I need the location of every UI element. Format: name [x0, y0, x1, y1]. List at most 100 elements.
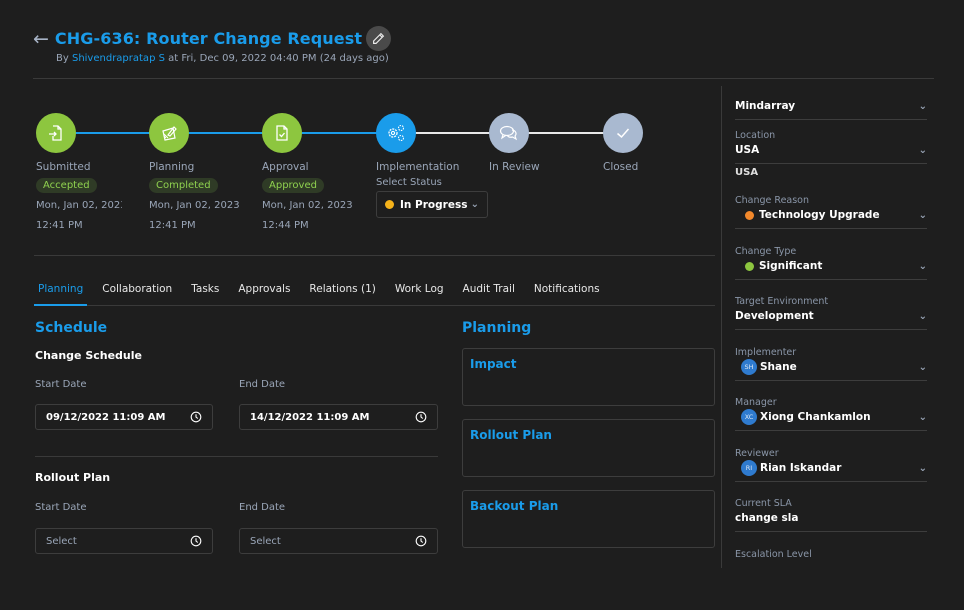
clock-icon	[415, 535, 427, 547]
end-date-value: 14/12/2022 11:09 AM	[250, 411, 370, 423]
edit-button[interactable]	[366, 26, 392, 51]
manager-label: Manager	[735, 397, 777, 408]
tab-collaboration[interactable]: Collaboration	[102, 281, 172, 305]
step-label: Closed	[603, 161, 639, 173]
step-date: Mon, Jan 02, 2023	[36, 200, 122, 211]
location-label: Location	[735, 130, 776, 141]
chevron-down-icon: ⌄	[918, 144, 927, 156]
check-icon	[603, 113, 643, 153]
impact-title: Impact	[470, 357, 517, 371]
rollout-end-date-label: End Date	[239, 502, 286, 513]
implementer-label: Implementer	[735, 347, 797, 358]
chevron-down-icon: ⌄	[918, 411, 927, 423]
backout-plan-title: Backout Plan	[470, 499, 559, 513]
rollout-start-date-label: Start Date	[35, 502, 87, 513]
escalation-level-label: Escalation Level	[735, 549, 812, 560]
back-arrow-icon[interactable]: ←	[33, 27, 49, 51]
field-underline	[735, 163, 927, 164]
current-sla-value: change sla	[735, 512, 799, 524]
step-label: Planning	[149, 161, 195, 173]
location-field[interactable]: Location USA ⌄ USA	[735, 130, 927, 178]
change-type-value: Significant	[759, 260, 823, 272]
company-value: Mindarray	[735, 100, 796, 112]
workflow-stepper: Submitted Accepted Mon, Jan 02, 2023 12:…	[36, 113, 646, 243]
reviewer-label: Reviewer	[735, 448, 779, 459]
change-type-label: Change Type	[735, 246, 797, 257]
field-underline	[735, 430, 927, 431]
rollout-plan-heading: Rollout Plan	[35, 471, 111, 484]
change-reason-dot	[745, 210, 754, 220]
location-value: USA	[735, 144, 760, 156]
pencil-icon	[373, 32, 385, 44]
manager-value: Xiong Chankamlon	[760, 411, 871, 423]
tab-bar: Planning Collaboration Tasks Approvals R…	[33, 281, 715, 306]
avatar: XC	[741, 409, 757, 425]
field-underline	[735, 279, 927, 280]
chat-bubbles-icon	[489, 113, 529, 153]
field-underline	[735, 228, 927, 229]
step-label: Submitted	[36, 161, 91, 173]
tab-approvals[interactable]: Approvals	[238, 281, 290, 305]
step-submitted: Submitted Accepted Mon, Jan 02, 2023 12:…	[36, 113, 156, 233]
step-label: Implementation	[376, 161, 460, 173]
rollout-plan-title: Rollout Plan	[470, 428, 552, 442]
field-underline	[735, 380, 927, 381]
reviewer-field[interactable]: Reviewer RI Rian Iskandar ⌄	[735, 448, 927, 482]
impact-box[interactable]: Impact	[462, 348, 715, 406]
change-type-field[interactable]: Change Type Significant ⌄	[735, 246, 927, 280]
step-implementation: Implementation Select Status In Progress…	[376, 113, 496, 218]
rollout-end-date-input[interactable]: Select	[239, 528, 438, 554]
tab-tasks[interactable]: Tasks	[191, 281, 219, 305]
implementer-field[interactable]: Implementer SH Shane ⌄	[735, 347, 927, 381]
step-date: Mon, Jan 02, 2023	[149, 200, 240, 211]
clock-icon	[415, 411, 427, 423]
field-underline	[735, 119, 927, 120]
change-start-date-input[interactable]: 09/12/2022 11:09 AM	[35, 404, 213, 430]
reviewer-value: Rian Iskandar	[760, 462, 842, 474]
current-sla-field: Current SLA change sla	[735, 498, 927, 532]
schedule-heading: Schedule	[35, 320, 108, 336]
avatar: SH	[741, 359, 757, 375]
page-title: CHG-636: Router Change Request	[54, 29, 363, 48]
step-in-review: In Review	[489, 113, 609, 173]
schedule-divider	[35, 456, 438, 457]
step-badge: Completed	[149, 178, 218, 193]
change-schedule-heading: Change Schedule	[35, 349, 142, 362]
stepper-divider	[34, 255, 715, 256]
step-time: 12:41 PM	[149, 220, 196, 231]
change-end-date-input[interactable]: 14/12/2022 11:09 AM	[239, 404, 438, 430]
chevron-down-icon: ⌄	[470, 199, 479, 210]
tab-planning[interactable]: Planning	[33, 281, 88, 306]
created-by-line: By Shivendrapratap S at Fri, Dec 09, 202…	[56, 53, 389, 64]
tab-audit-trail[interactable]: Audit Trail	[463, 281, 515, 305]
change-reason-field[interactable]: Change Reason Technology Upgrade ⌄	[735, 195, 927, 229]
company-field[interactable]: Mindarray ⌄	[735, 97, 927, 120]
step-time: 12:41 PM	[36, 220, 83, 231]
avatar: RI	[741, 460, 757, 476]
step-badge: Accepted	[36, 178, 97, 193]
status-dot	[385, 200, 394, 209]
chevron-down-icon: ⌄	[918, 100, 927, 112]
file-check-icon	[262, 113, 302, 153]
tab-work-log[interactable]: Work Log	[395, 281, 444, 305]
start-date-value: 09/12/2022 11:09 AM	[46, 411, 166, 423]
chevron-down-icon: ⌄	[918, 209, 927, 221]
manager-field[interactable]: Manager XC Xiong Chankamlon ⌄	[735, 397, 927, 431]
step-time: 12:44 PM	[262, 220, 309, 231]
tab-notifications[interactable]: Notifications	[534, 281, 600, 305]
field-underline	[735, 329, 927, 330]
field-underline	[735, 531, 927, 532]
location-sub-value: USA	[735, 167, 759, 178]
rollout-start-date-input[interactable]: Select	[35, 528, 213, 554]
end-date-label: End Date	[239, 379, 286, 390]
chevron-down-icon: ⌄	[918, 462, 927, 474]
status-select[interactable]: In Progress ⌄	[376, 191, 488, 218]
current-sla-label: Current SLA	[735, 498, 792, 509]
target-environment-field[interactable]: Target Environment Development ⌄	[735, 296, 927, 330]
tab-relations[interactable]: Relations (1)	[309, 281, 375, 305]
clock-icon	[190, 535, 202, 547]
chevron-down-icon: ⌄	[918, 361, 927, 373]
backout-plan-box[interactable]: Backout Plan	[462, 490, 715, 548]
author-link[interactable]: Shivendrapratap S	[72, 53, 165, 64]
rollout-plan-box[interactable]: Rollout Plan	[462, 419, 715, 477]
